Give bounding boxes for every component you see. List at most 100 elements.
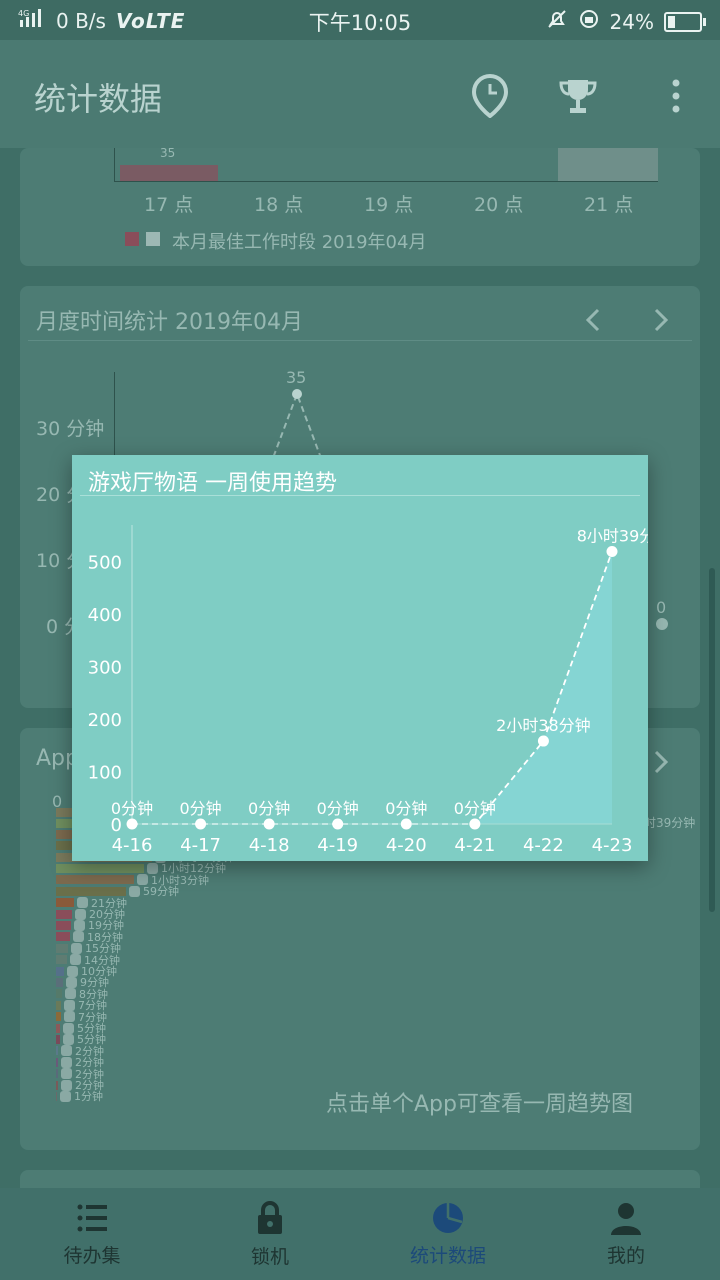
list-icon bbox=[77, 1204, 107, 1231]
app-usage-bar bbox=[56, 920, 71, 930]
best-hours-card: 35 17 点 18 点 19 点 20 点 21 点 本月最佳工作时段 201… bbox=[20, 146, 700, 266]
data-point bbox=[126, 818, 138, 830]
data-point bbox=[195, 818, 207, 830]
app-icon bbox=[67, 965, 78, 977]
app-usage-bar bbox=[56, 863, 144, 873]
battery-icon bbox=[664, 11, 706, 32]
achievement-button[interactable] bbox=[550, 68, 606, 124]
data-label: 0分钟 bbox=[385, 799, 427, 818]
app-icon bbox=[60, 1090, 71, 1102]
data-label: 0分钟 bbox=[317, 799, 359, 818]
hint-text: 点击单个App可查看一周趋势图 bbox=[326, 1092, 633, 1117]
x-tick-label: 4-20 bbox=[386, 835, 427, 856]
app-icon bbox=[64, 999, 75, 1011]
nav-item-lock[interactable]: 锁机 bbox=[180, 1188, 360, 1280]
app-usage-bar bbox=[56, 909, 72, 919]
nav-label: 我的 bbox=[606, 1244, 645, 1267]
app-usage-label: 59分钟 bbox=[143, 885, 179, 899]
data-point bbox=[606, 546, 618, 558]
weekly-trend-dialog: 游戏厅物语 一周使用趋势 0 100 200 300 400 500 4-16 4-17 4-1… bbox=[72, 455, 648, 861]
app-icon bbox=[61, 1056, 72, 1068]
rotation-lock-icon bbox=[578, 8, 600, 35]
next-month-button[interactable] bbox=[642, 302, 678, 338]
x-tick-label: 4-16 bbox=[112, 835, 153, 856]
x-tick-label: 4-18 bbox=[249, 835, 290, 856]
app-usage-bar bbox=[56, 1012, 61, 1022]
app-icon bbox=[63, 1022, 74, 1034]
app-usage-bar bbox=[56, 977, 63, 987]
peak-label: 35 bbox=[286, 368, 307, 387]
app-bar: 统计数据 bbox=[0, 40, 720, 148]
app-usage-label: 1分钟 bbox=[74, 1090, 103, 1104]
pie-chart-icon bbox=[433, 1202, 463, 1233]
app-usage-bar bbox=[56, 966, 64, 976]
app-icon bbox=[77, 897, 88, 909]
app-icon bbox=[61, 1045, 72, 1057]
app-icon bbox=[61, 1068, 72, 1080]
nav-item-stats[interactable]: 统计数据 bbox=[358, 1188, 538, 1280]
location-clock-icon bbox=[471, 74, 509, 118]
legend-swatch bbox=[125, 232, 139, 246]
data-label: 0分钟 bbox=[248, 799, 290, 818]
data-label: 0分钟 bbox=[454, 799, 496, 818]
x-tick-label: 4-19 bbox=[317, 835, 358, 856]
app-icon bbox=[75, 908, 86, 920]
app-usage-row[interactable]: 1小时3分钟 bbox=[56, 874, 209, 887]
app-icon bbox=[64, 1011, 75, 1023]
hour-label: 19 点 bbox=[364, 194, 414, 216]
legend-month: 2019年04月 bbox=[321, 232, 427, 253]
data-point bbox=[469, 818, 481, 830]
right-value: 0 bbox=[656, 598, 667, 617]
status-bar: 4G 0 B/s VoLTE 下午10:05 24% bbox=[0, 0, 720, 40]
weekly-trend-chart: 0 100 200 300 400 500 4-16 4-17 4-18 4-19 4-20 4-21… bbox=[88, 525, 648, 856]
scrollbar[interactable] bbox=[709, 568, 715, 912]
app-icon bbox=[65, 988, 76, 1000]
mute-icon bbox=[546, 8, 568, 35]
y-tick-label: 100 bbox=[88, 763, 122, 784]
data-point bbox=[400, 818, 412, 830]
app-usage-row[interactable]: 1分钟 bbox=[56, 1090, 103, 1104]
x-tick-label: 4-17 bbox=[180, 835, 221, 856]
y-label: 30 分钟 bbox=[36, 418, 105, 440]
page-title: 统计数据 bbox=[34, 80, 163, 118]
y-tick-label: 500 bbox=[88, 553, 122, 574]
app-usage-bar bbox=[56, 932, 70, 942]
data-label: 0分钟 bbox=[179, 799, 221, 818]
person-icon bbox=[611, 1202, 641, 1235]
nav-item-todo[interactable]: 待办集 bbox=[2, 1188, 182, 1280]
chevron-left-icon bbox=[585, 308, 600, 332]
prev-month-button[interactable] bbox=[576, 302, 612, 338]
data-point bbox=[263, 818, 275, 830]
app-usage-bar bbox=[56, 1057, 58, 1067]
app-usage-bar bbox=[56, 1069, 58, 1079]
nav-label: 锁机 bbox=[250, 1245, 289, 1268]
nav-label: 统计数据 bbox=[409, 1244, 486, 1267]
more-menu-button[interactable] bbox=[648, 68, 704, 124]
data-label: 2小时38分钟 bbox=[496, 716, 591, 735]
nav-label: 待办集 bbox=[63, 1244, 121, 1267]
app-usage-bar bbox=[56, 955, 67, 965]
history-button[interactable] bbox=[462, 68, 518, 124]
app-usage-bar bbox=[56, 1091, 57, 1101]
app-usage-bar bbox=[56, 1023, 60, 1033]
app-icon bbox=[61, 1079, 72, 1091]
trophy-icon bbox=[559, 80, 597, 113]
app-icon bbox=[66, 976, 77, 988]
legend-label: 本月最佳工作时段 bbox=[172, 232, 316, 253]
x-tick-label: 4-23 bbox=[592, 835, 633, 856]
hour-bar bbox=[558, 148, 658, 181]
bar-value-label: 35 bbox=[160, 146, 176, 160]
data-label: 8小时39分 bbox=[577, 527, 648, 546]
app-usage-bar bbox=[56, 1080, 58, 1090]
app-usage-bar bbox=[56, 989, 62, 999]
app-icon bbox=[63, 1033, 74, 1045]
battery-percent: 24% bbox=[609, 9, 654, 34]
app-usage-bar bbox=[56, 1000, 61, 1010]
y-tick-label: 400 bbox=[88, 605, 122, 626]
data-label: 0分钟 bbox=[111, 799, 153, 818]
chevron-right-icon bbox=[654, 308, 669, 332]
data-point bbox=[332, 818, 344, 830]
nav-item-profile[interactable]: 我的 bbox=[536, 1188, 716, 1280]
trend-area bbox=[132, 551, 612, 824]
app-usage-bar bbox=[56, 1046, 58, 1056]
